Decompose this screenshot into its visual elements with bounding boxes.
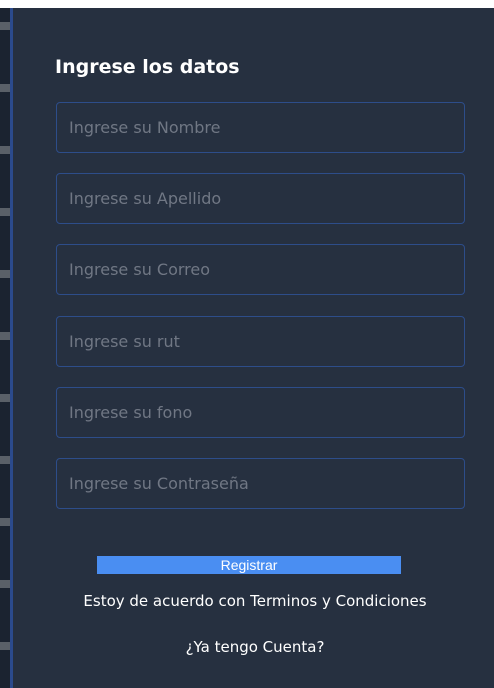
password-input[interactable] bbox=[56, 458, 465, 509]
email-input[interactable] bbox=[56, 244, 465, 295]
registration-form-panel: Ingrese los datos Registrar Estoy de acu… bbox=[10, 8, 494, 688]
existing-account-link[interactable]: ¿Ya tengo Cuenta? bbox=[13, 638, 494, 656]
rut-input[interactable] bbox=[56, 316, 465, 367]
register-button[interactable]: Registrar bbox=[97, 556, 401, 574]
first-name-input[interactable] bbox=[56, 102, 465, 153]
last-name-input[interactable] bbox=[56, 173, 465, 224]
page-backdrop-top bbox=[0, 0, 494, 8]
page-backdrop bbox=[0, 0, 10, 688]
terms-agreement-text: Estoy de acuerdo con Terminos y Condicio… bbox=[83, 592, 427, 610]
form-title: Ingrese los datos bbox=[55, 56, 240, 78]
phone-input[interactable] bbox=[56, 387, 465, 438]
